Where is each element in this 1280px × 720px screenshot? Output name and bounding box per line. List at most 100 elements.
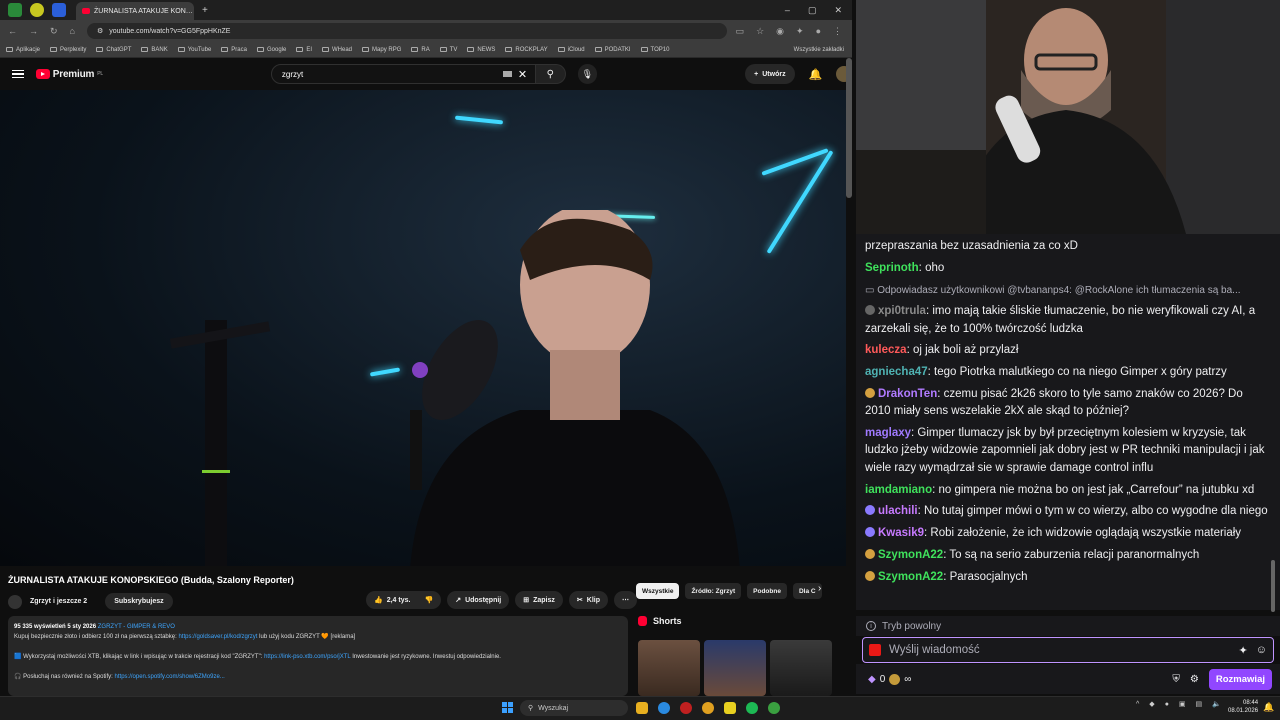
chat-username[interactable]: iamdamiano — [865, 484, 932, 496]
search-input[interactable]: zgrzyt ✕ — [270, 64, 537, 84]
notes-icon[interactable] — [724, 702, 736, 714]
sparkle-icon[interactable]: ✦ — [1239, 644, 1248, 657]
channel-points[interactable]: ◆ 0 ∞ — [868, 673, 911, 685]
tab-favicon-green-icon[interactable] — [8, 3, 22, 17]
desc-link[interactable]: https://goldsaver.pl/kod/zgrzyt — [178, 634, 257, 640]
all-bookmarks[interactable]: Wszystkie zakładki — [794, 47, 852, 53]
bookmark-item[interactable]: NEWS — [467, 47, 495, 53]
bookmark-item[interactable]: BANK — [141, 47, 168, 53]
forward-icon[interactable]: → — [29, 26, 38, 37]
chat-send-button[interactable]: Rozmawiaj — [1208, 668, 1272, 690]
create-button[interactable]: + Utwórz — [745, 64, 795, 84]
chat-username[interactable]: kulecza — [865, 344, 907, 356]
thumbs-down-icon[interactable]: 👎 — [424, 596, 433, 604]
filter-chip[interactable]: Źródło: Zgrzyt — [685, 583, 742, 599]
tray-chevron-icon[interactable]: ^ — [1136, 701, 1139, 708]
bookmark-item[interactable]: iCloud — [557, 47, 585, 53]
chat-username[interactable]: maglaxy — [865, 427, 911, 439]
emote-icon[interactable]: ☺ — [1256, 644, 1267, 657]
desc-link[interactable]: https://open.spotify.com/show/6ZMo9ze... — [115, 674, 225, 680]
short-thumbnail[interactable] — [770, 640, 832, 696]
short-thumbnail[interactable] — [704, 640, 766, 696]
active-browser-tab[interactable]: ŻURNALISTA ATAKUJE KON…✕ — [76, 2, 194, 20]
bookmark-item[interactable]: Praca — [221, 47, 247, 53]
tray-app-icon[interactable]: ◆ — [1149, 700, 1154, 708]
bookmark-item[interactable]: YouTube — [177, 47, 211, 53]
cast-icon[interactable]: ▭ — [736, 26, 745, 37]
maximize-icon[interactable]: ▢ — [808, 5, 817, 16]
channel-avatar[interactable] — [8, 594, 22, 609]
chat-username[interactable]: SzymonA22 — [878, 549, 943, 561]
opera-icon[interactable] — [680, 702, 692, 714]
chat-username[interactable]: xpi0trula — [878, 305, 926, 317]
profile-icon[interactable]: ● — [816, 26, 821, 37]
filter-chip[interactable]: Wszystkie — [636, 583, 680, 599]
tray-app-icon[interactable]: ▣ — [1179, 700, 1186, 708]
bookmark-item[interactable]: Google — [256, 47, 286, 53]
edge-icon[interactable] — [658, 702, 670, 714]
tab-favicon-blue-icon[interactable] — [52, 3, 66, 17]
chrome-alt-icon[interactable] — [768, 702, 780, 714]
extension-icon[interactable]: ◉ — [776, 26, 784, 37]
desc-link[interactable]: https://link-pso.xtb.com/pso/jXTL — [264, 654, 350, 660]
notifications-bell-icon[interactable]: 🔔 — [809, 68, 823, 81]
file-explorer-icon[interactable] — [636, 702, 648, 714]
settings-gear-icon[interactable]: ⚙ — [1190, 674, 1199, 685]
chat-username[interactable]: Kwasik9 — [878, 527, 924, 539]
chrome-icon[interactable] — [702, 702, 714, 714]
chat-username[interactable]: Seprinoth — [865, 262, 919, 274]
video-description[interactable]: 95 335 wyświetleń 5 sty 2026 ZGRZYT - GI… — [8, 616, 628, 696]
like-button[interactable]: 👍 2,4 tys. 👎 — [366, 591, 442, 609]
network-icon[interactable]: ▤ — [1196, 700, 1203, 708]
chat-username[interactable]: SzymonA22 — [878, 571, 943, 583]
bookmark-item[interactable]: ChatGPT — [96, 47, 131, 53]
reload-icon[interactable]: ↻ — [50, 26, 58, 37]
more-actions-button[interactable]: ⋯ — [614, 591, 638, 609]
menu-dots-icon[interactable]: ⋮ — [833, 26, 842, 37]
volume-icon[interactable]: 🔈 — [1212, 700, 1221, 708]
chat-username[interactable]: ulachili — [878, 505, 918, 517]
share-button[interactable]: ↗ Udostępnij — [447, 591, 510, 609]
subscribe-button[interactable]: Subskrybujesz — [105, 593, 173, 610]
clip-button[interactable]: ✂ Klip — [568, 591, 609, 609]
puzzle-icon[interactable]: ✦ — [796, 26, 804, 37]
hashtags-link[interactable]: ZGRZYT - GIMPER & REVO — [98, 624, 175, 630]
home-icon[interactable]: ⌂ — [70, 26, 75, 37]
keyboard-icon[interactable] — [502, 71, 512, 77]
windows-start-icon[interactable] — [502, 702, 513, 713]
short-thumbnail[interactable] — [638, 640, 700, 696]
chat-username[interactable]: DrakonTen — [878, 388, 937, 400]
shield-icon[interactable]: ⛨ — [1172, 674, 1180, 685]
video-player[interactable] — [0, 90, 846, 566]
chat-username[interactable]: agniecha47 — [865, 366, 928, 378]
bookmark-item[interactable]: WHead — [322, 47, 352, 53]
close-window-icon[interactable]: ✕ — [834, 5, 842, 16]
search-button[interactable]: ⚲ — [536, 64, 566, 84]
bookmark-item[interactable]: Perplexity — [50, 47, 86, 53]
taskbar-clock[interactable]: 08:44 08.01.2026 — [1228, 699, 1258, 715]
back-icon[interactable]: ← — [8, 26, 17, 37]
save-button[interactable]: ⊞ Zapisz — [515, 591, 563, 609]
notification-icon[interactable]: 🔔 — [1263, 702, 1274, 713]
spotify-icon[interactable] — [746, 702, 758, 714]
hamburger-menu-icon[interactable] — [12, 69, 24, 79]
chevron-right-icon[interactable]: › — [818, 583, 821, 594]
page-scrollbar[interactable] — [846, 58, 852, 198]
filter-chip[interactable]: Podobne — [747, 583, 787, 599]
bookmark-item[interactable]: PODATKI — [594, 47, 631, 53]
site-info-icon[interactable]: ⚙ — [97, 27, 103, 35]
bookmark-item[interactable]: RA — [411, 47, 430, 53]
bookmark-item[interactable]: TOP10 — [640, 47, 669, 53]
bookmark-star-icon[interactable]: ☆ — [756, 26, 764, 37]
channel-name[interactable]: Zgrzyt i jeszcze 2 — [30, 598, 87, 605]
minimize-icon[interactable]: – — [785, 5, 790, 16]
voice-search-icon[interactable]: 🎙 — [577, 64, 598, 84]
chat-input[interactable]: Wyślij wiadomość ✦ ☺ — [862, 637, 1274, 663]
tray-app-icon[interactable]: ● — [1165, 701, 1169, 708]
new-tab-icon[interactable]: + — [202, 5, 208, 16]
url-field[interactable]: ⚙ youtube.com/watch?v=GG5FppHKnZE — [86, 23, 727, 39]
tab-favicon-yellow-icon[interactable] — [30, 3, 44, 17]
bookmark-item[interactable]: Aplikacje — [6, 47, 40, 53]
clear-search-icon[interactable]: ✕ — [518, 68, 527, 81]
bookmark-item[interactable]: TV — [439, 47, 457, 53]
